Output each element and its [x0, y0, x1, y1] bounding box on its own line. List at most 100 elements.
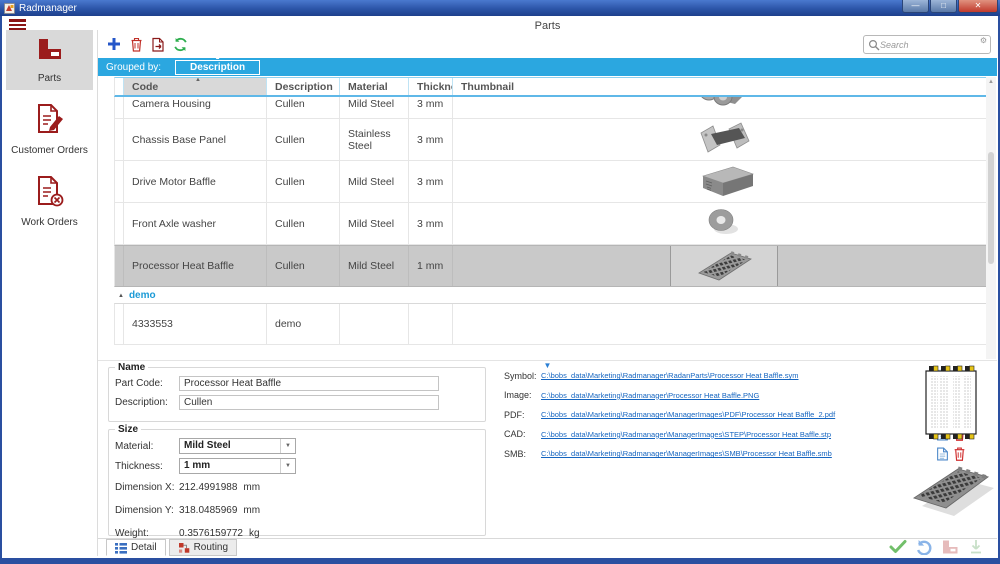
material-dropdown[interactable]: Mild Steel ▼ — [179, 438, 296, 454]
header-gutter — [115, 78, 124, 95]
dimension-x-label: Dimension X: — [115, 482, 179, 493]
name-section-legend: Name — [115, 362, 148, 373]
main-panel: ⚙ Grouped by: ▲ Description Code ▲ — [97, 30, 997, 556]
plus-icon — [107, 37, 121, 51]
name-section: Name Part Code: Description: — [108, 362, 486, 422]
dimension-x-value: 212.4991988 — [179, 482, 237, 493]
symbol-top-tabs — [929, 366, 974, 371]
export-part-button[interactable] — [148, 35, 168, 53]
part-3d-render-preview — [908, 456, 994, 518]
sidebar-item-label: Parts — [6, 73, 93, 84]
cad-path-link[interactable]: C:\bobs_data\Marketing\Radmanager\Manage… — [541, 430, 932, 439]
add-part-button[interactable] — [104, 35, 124, 53]
trash-icon — [130, 37, 143, 52]
file-row-symbol: Symbol: C:\bobs_data\Marketing\Radmanage… — [504, 366, 966, 386]
search-input[interactable] — [880, 40, 970, 50]
apply-check-icon[interactable] — [889, 539, 907, 555]
record-action-icons — [889, 539, 985, 555]
dropdown-arrow-icon[interactable]: ▼ — [280, 439, 295, 453]
table-scrollbar[interactable]: ▲ — [986, 77, 996, 359]
thickness-dropdown[interactable]: 1 mm ▼ — [179, 458, 296, 474]
size-section-legend: Size — [115, 424, 141, 435]
thumbnail-front-axle-washer — [693, 205, 755, 243]
file-row-smb: SMB: C:\bobs_data\Marketing\Radmanager\M… — [504, 444, 966, 464]
grouped-by-bar: Grouped by: ▲ Description — [98, 58, 997, 76]
search-icon — [868, 39, 880, 51]
scroll-up-icon[interactable]: ▲ — [986, 77, 996, 87]
thumbnail-chassis-base-panel — [693, 121, 755, 159]
size-section: Size Material: Mild Steel ▼ Thickness: 1… — [108, 424, 486, 536]
tab-label: Detail — [131, 542, 157, 553]
window-content: Parts Parts Customer Orders — [2, 16, 998, 558]
refresh-button[interactable] — [170, 35, 190, 53]
close-button[interactable]: ✕ — [958, 0, 998, 13]
minimize-button[interactable]: — — [902, 0, 929, 13]
search-box[interactable]: ⚙ — [863, 35, 991, 54]
routing-flow-icon — [178, 542, 190, 554]
column-header-code[interactable]: Code ▲ — [124, 78, 267, 95]
symbol-drawing-preview — [922, 363, 980, 443]
group-field-chip[interactable]: ▲ Description — [175, 60, 260, 75]
table-row[interactable]: 4333553 demo — [114, 303, 987, 345]
chip-sort-icon: ▲ — [215, 55, 221, 61]
sidebar-item-label: Work Orders — [6, 217, 93, 228]
column-header-material[interactable]: Material — [340, 78, 409, 95]
detail-panel: Name Part Code: Description: Size Materi… — [98, 370, 997, 538]
table-header-row: Code ▲ Description Material Thickness Th… — [114, 77, 987, 97]
table-row[interactable]: Drive Motor Baffle Cullen Mild Steel 3 m… — [114, 161, 987, 203]
scrollbar-thumb[interactable] — [988, 152, 994, 264]
material-label: Material: — [115, 441, 179, 452]
tab-routing[interactable]: Routing — [169, 539, 237, 556]
sidebar-item-customer-orders[interactable]: Customer Orders — [6, 96, 93, 162]
dropdown-arrow-icon[interactable]: ▼ — [280, 459, 295, 473]
group-header-demo[interactable]: ▲ demo — [114, 288, 987, 303]
part-code-field[interactable] — [179, 376, 439, 391]
dimension-y-value: 318.0485969 — [179, 505, 237, 516]
column-header-thumbnail[interactable]: Thumbnail — [453, 78, 987, 95]
search-options-gear-icon[interactable]: ⚙ — [980, 36, 987, 45]
refresh-icon — [173, 37, 188, 52]
smb-path-link[interactable]: C:\bobs_data\Marketing\Radmanager\Manage… — [541, 449, 932, 458]
column-header-description[interactable]: Description — [267, 78, 340, 95]
import-down-arrow-icon — [967, 539, 985, 555]
table-row[interactable]: Camera Housing Cullen Mild Steel 3 mm — [114, 97, 987, 119]
group-name: demo — [129, 290, 156, 301]
undo-icon[interactable] — [915, 539, 933, 555]
column-header-thickness[interactable]: Thickness — [409, 78, 453, 95]
tab-label: Routing — [194, 542, 228, 553]
detail-list-icon — [115, 542, 127, 554]
delete-part-button[interactable] — [126, 35, 146, 53]
sidebar-item-work-orders[interactable]: Work Orders — [6, 168, 93, 234]
file-row-pdf: PDF: C:\bobs_data\Marketing\Radmanager\M… — [504, 405, 966, 425]
window-title: Radmanager — [19, 3, 77, 14]
tab-detail[interactable]: Detail — [106, 539, 166, 556]
thickness-label: Thickness: — [115, 461, 179, 472]
part-block-icon — [941, 539, 959, 555]
maximize-button[interactable]: □ — [930, 0, 957, 13]
part-block-icon — [35, 37, 65, 63]
thumbnail-camera-housing — [693, 97, 755, 118]
app-icon — [4, 3, 15, 14]
pdf-path-link[interactable]: C:\bobs_data\Marketing\Radmanager\Manage… — [541, 410, 932, 419]
export-file-icon — [151, 37, 165, 52]
parts-table: Code ▲ Description Material Thickness Th… — [114, 77, 987, 345]
table-row[interactable]: Chassis Base Panel Cullen Stainless Stee… — [114, 119, 987, 161]
description-field[interactable] — [179, 395, 439, 410]
dimension-y-label: Dimension Y: — [115, 505, 179, 516]
table-body: Camera Housing Cullen Mild Steel 3 mm — [114, 97, 987, 345]
file-row-image: Image: C:\bobs_data\Marketing\Radmanager… — [504, 386, 966, 406]
table-row-selected[interactable]: Processor Heat Baffle Cullen Mild Steel … — [114, 245, 987, 287]
app-window: Radmanager — □ ✕ Parts Parts — [0, 0, 1000, 564]
sort-asc-icon: ▲ — [195, 78, 201, 83]
table-row[interactable]: Front Axle washer Cullen Mild Steel 3 mm — [114, 203, 987, 245]
sidebar-item-parts[interactable]: Parts — [6, 30, 93, 90]
file-row-cad: CAD: C:\bobs_data\Marketing\Radmanager\M… — [504, 425, 966, 445]
toolbar: ⚙ — [98, 30, 997, 58]
sidebar: Parts Customer Orders — [2, 30, 97, 558]
group-field-label: Description — [190, 62, 245, 73]
bottom-tab-bar: Detail Routing — [98, 538, 997, 556]
symbol-bottom-tabs — [929, 434, 974, 439]
symbol-path-link[interactable]: C:\bobs_data\Marketing\Radmanager\RadanP… — [541, 371, 932, 380]
image-path-link[interactable]: C:\bobs_data\Marketing\Radmanager\Proces… — [541, 391, 932, 400]
titlebar[interactable]: Radmanager — □ ✕ — [0, 0, 1000, 16]
